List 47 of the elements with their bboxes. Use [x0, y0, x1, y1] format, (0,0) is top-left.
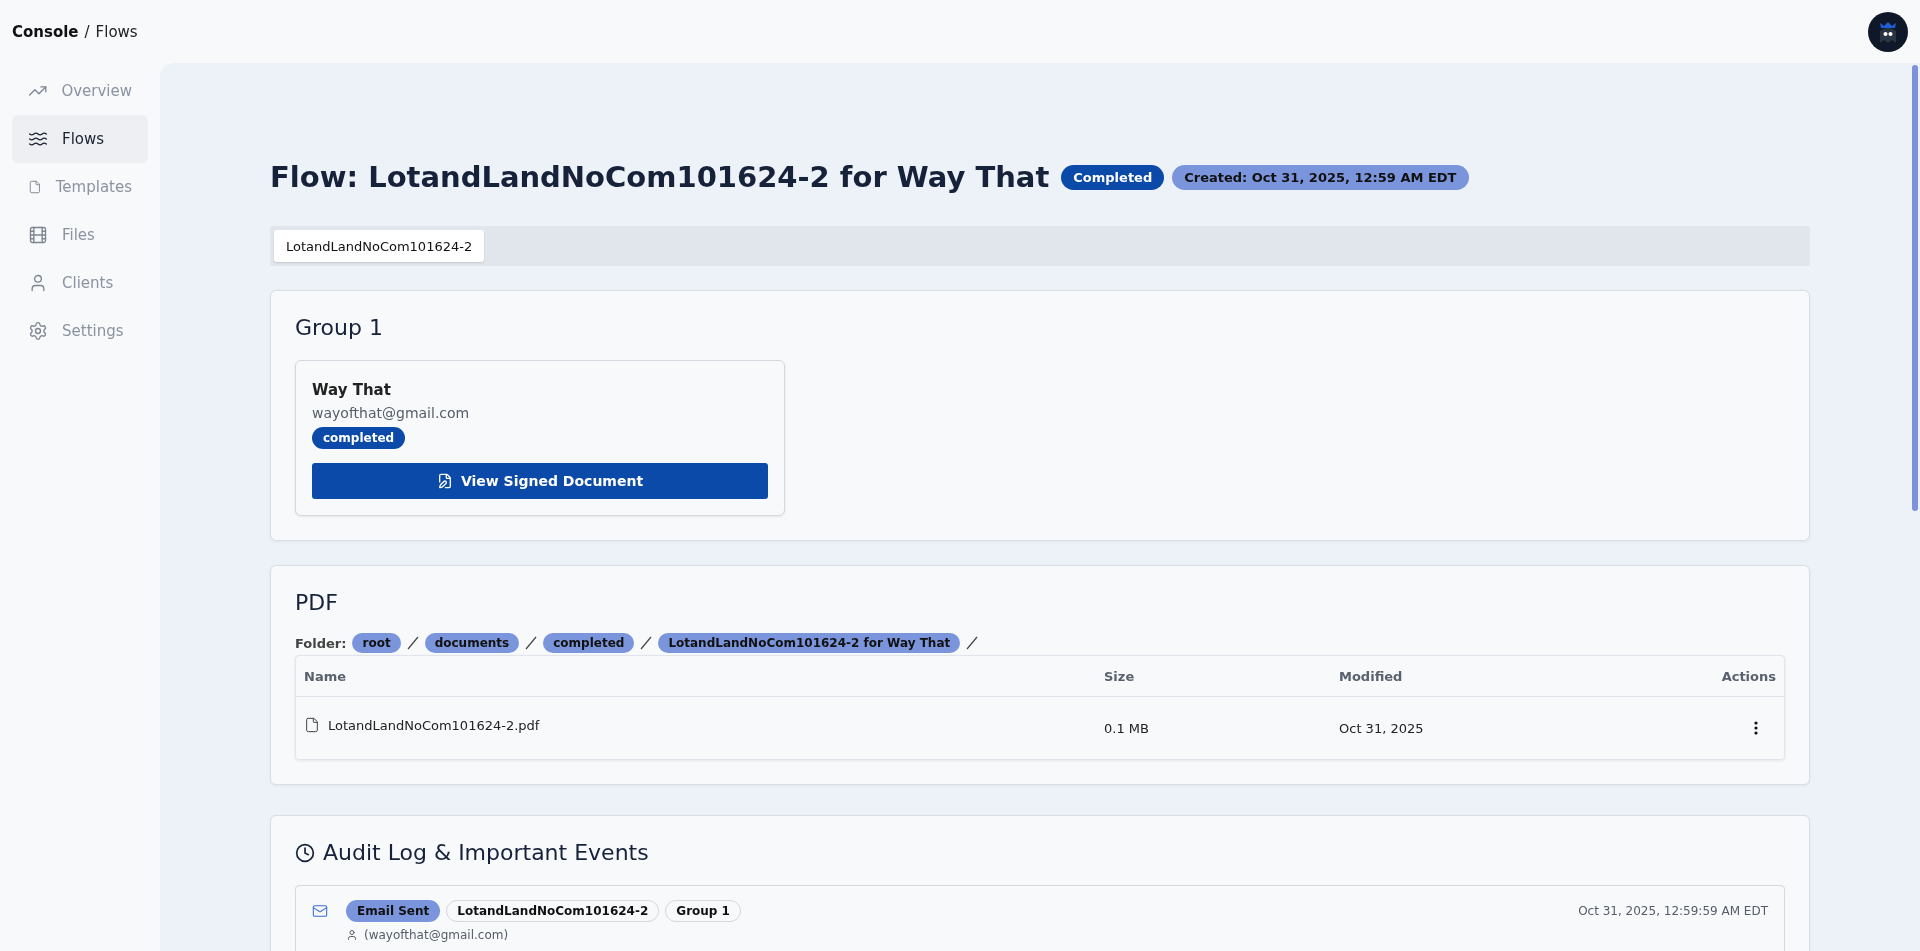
- card-title: PDF: [295, 590, 339, 615]
- mail-icon: [312, 903, 328, 919]
- status-badge: completed: [312, 427, 406, 449]
- file-name[interactable]: LotandLandNoCom101624-2.pdf: [328, 717, 540, 733]
- folder-chip[interactable]: LotandLandNoCom101624-2 for Way That: [658, 633, 961, 653]
- more-button[interactable]: [1754, 721, 1758, 735]
- table-cell-text: Oct 31, 2025: [1339, 720, 1425, 736]
- folder-chip[interactable]: completed: [543, 633, 635, 653]
- card-title: Group 1: [295, 315, 384, 340]
- signer-email: wayofthat@gmail.com: [312, 405, 470, 421]
- sidebar-icon: [28, 321, 48, 341]
- tag-badge: LotandLandNoCom101624-2: [446, 900, 660, 922]
- column-header: Actions: [1721, 668, 1776, 684]
- breadcrumb-separator: /: [84, 22, 90, 41]
- folder-label: Folder:: [295, 635, 347, 651]
- column-header: Modified: [1339, 668, 1404, 684]
- card-title: Audit Log & Important Events: [323, 840, 649, 865]
- document-pen-icon: [436, 473, 453, 489]
- scrollbar-thumb[interactable]: [1912, 65, 1918, 511]
- folder-chip[interactable]: root: [352, 633, 401, 653]
- avatar[interactable]: [1868, 11, 1908, 52]
- breadcrumb-current: Flows: [95, 22, 138, 41]
- created-badge: Created: Oct 31, 2025, 12:59 AM EDT: [1172, 164, 1469, 190]
- user-icon: [346, 929, 358, 941]
- event-type-badge: Email Sent: [346, 900, 441, 922]
- more-vertical-icon: [1754, 721, 1758, 735]
- folder-chip[interactable]: documents: [424, 633, 520, 653]
- file-icon: [304, 717, 320, 733]
- slash-icon: [966, 636, 979, 650]
- table-cell-text: 0.1 MB: [1104, 720, 1150, 736]
- column-header: Name: [304, 668, 347, 684]
- column-header: Size: [1104, 668, 1136, 684]
- event-detail: (wayofthat@gmail.com): [364, 928, 509, 942]
- tab[interactable]: LotandLandNoCom101624-2: [274, 230, 485, 262]
- event-time: Oct 31, 2025, 12:59:59 AM EDT: [1578, 904, 1768, 918]
- tag-badge: Group 1: [665, 900, 741, 922]
- flow-title: Flow: LotandLandNoCom101624-2 for Way That: [270, 160, 1050, 194]
- slash-icon: [640, 636, 653, 650]
- sidebar-item[interactable]: Flows: [12, 115, 148, 163]
- slash-icon: [525, 636, 538, 650]
- view-document-button[interactable]: View Signed Document: [312, 463, 768, 499]
- status-badge: Completed: [1061, 164, 1165, 190]
- sidebar-icon: [28, 225, 48, 245]
- clock-icon: [295, 842, 315, 863]
- breadcrumb-link[interactable]: Console: [12, 22, 79, 41]
- slash-icon: [406, 636, 419, 650]
- signer-name: Way That: [312, 381, 391, 399]
